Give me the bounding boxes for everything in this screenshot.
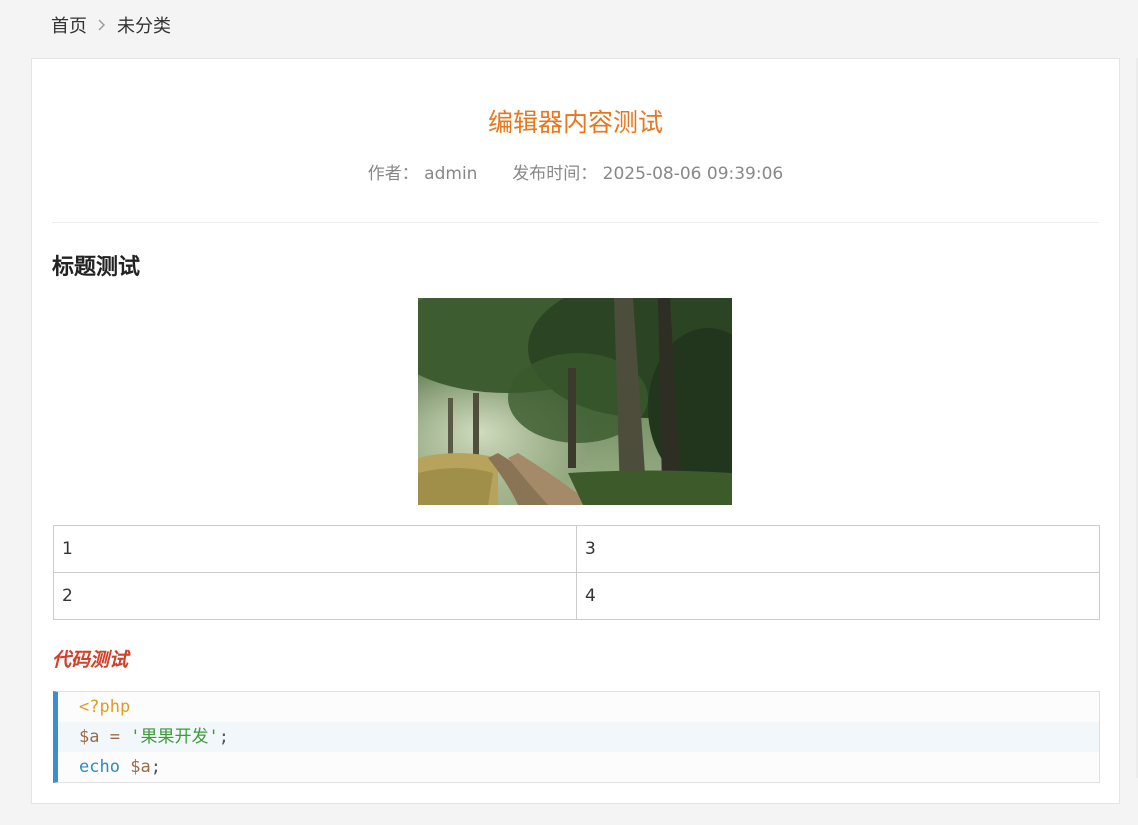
code-token-variable: $a (130, 757, 151, 777)
code-token-keyword: echo (79, 757, 120, 777)
published-time: 2025-08-06 09:39:06 (602, 164, 784, 184)
code-block[interactable]: <?php $a = '果果开发'; echo $a; (53, 691, 1100, 783)
code-line: <?php (58, 692, 1099, 722)
article-title: 编辑器内容测试 (487, 108, 663, 137)
chevron-right-icon (97, 18, 107, 32)
code-heading: 代码测试 (52, 649, 129, 671)
table-cell: 4 (576, 572, 1100, 620)
content-table: 1 3 2 4 (53, 525, 1100, 620)
code-token-variable: $a (79, 727, 100, 747)
content-heading: 标题测试 (52, 255, 141, 280)
article-meta: 作者： admin 发布时间： 2025-08-06 09:39:06 (32, 159, 1119, 184)
table-row: 2 4 (53, 572, 1100, 620)
table-cell: 3 (576, 525, 1100, 573)
author-name: admin (424, 164, 478, 184)
divider (52, 222, 1099, 223)
table-row: 1 3 (53, 525, 1100, 573)
published-label: 发布时间： (512, 164, 598, 184)
code-token-string: '果果开发' (130, 727, 219, 747)
table-cell: 2 (53, 572, 577, 620)
breadcrumb-category-link[interactable]: 未分类 (117, 12, 171, 38)
code-line: $a = '果果开发'; (58, 722, 1099, 752)
code-token-punctuation: ; (150, 757, 161, 777)
breadcrumb: 首页 未分类 (51, 12, 171, 38)
author-label: 作者： (367, 164, 419, 184)
code-line: echo $a; (58, 752, 1099, 782)
code-token-punctuation: ; (218, 727, 229, 747)
code-token-tag: <?php (79, 697, 131, 717)
forest-photo-image (418, 298, 732, 505)
breadcrumb-home-link[interactable]: 首页 (51, 12, 87, 38)
article-card: 编辑器内容测试 作者： admin 发布时间： 2025-08-06 09:39… (31, 58, 1120, 804)
table-cell: 1 (53, 525, 577, 573)
code-token-operator: = (99, 727, 131, 747)
